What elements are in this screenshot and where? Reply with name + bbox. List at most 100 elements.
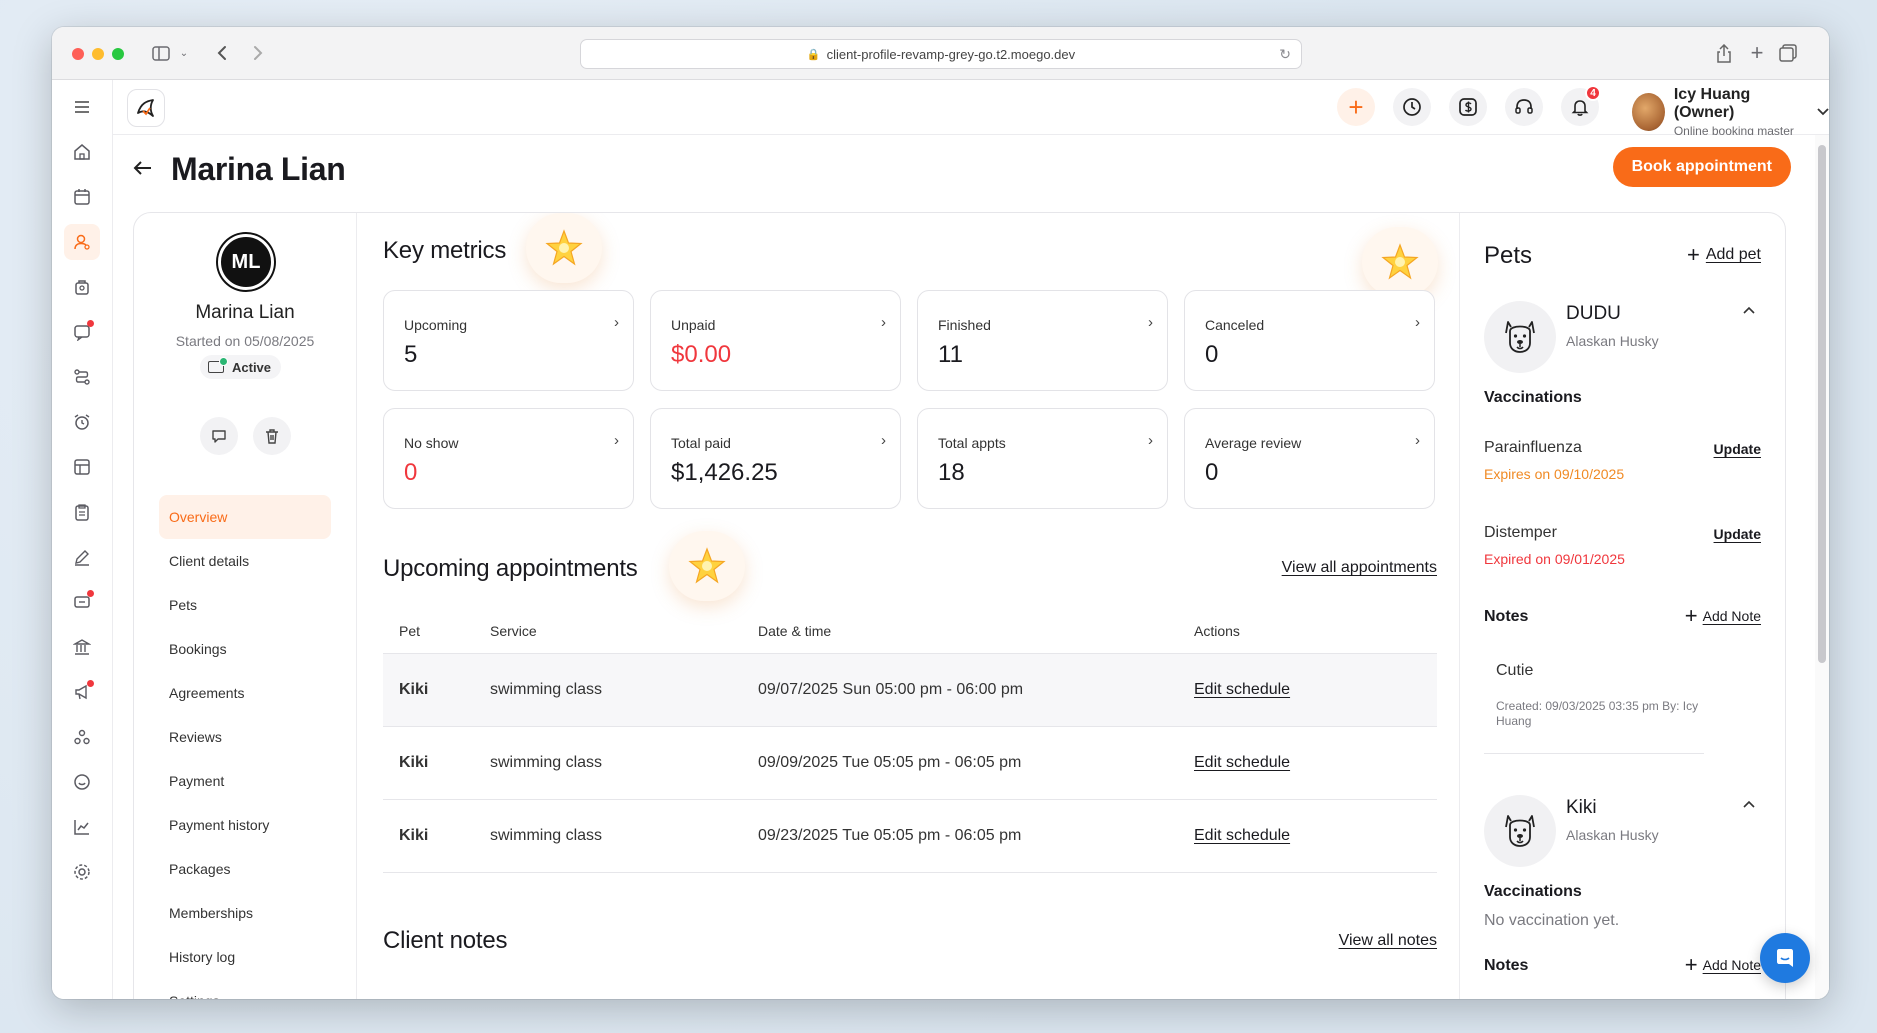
route-icon[interactable] xyxy=(64,359,100,395)
quick-add-button[interactable]: + xyxy=(1337,88,1375,126)
reviews-icon[interactable] xyxy=(64,764,100,800)
metric-card-unpaid[interactable]: Unpaid $0.00 › xyxy=(650,290,901,391)
table-row[interactable]: Kiki swimming class 09/23/2025 Tue 05:05… xyxy=(383,800,1437,873)
clipboard-icon[interactable] xyxy=(64,494,100,530)
page-scrollbar[interactable] xyxy=(1815,135,1829,999)
subnav-payment[interactable]: Payment xyxy=(159,759,331,803)
new-tab-icon[interactable]: + xyxy=(1747,40,1767,65)
edit-schedule-link[interactable]: Edit schedule xyxy=(1194,754,1290,771)
client-notes-title: Client notes xyxy=(383,927,508,954)
chevron-right-icon: › xyxy=(1415,432,1420,449)
back-arrow-icon[interactable] xyxy=(133,156,163,182)
add-note-button[interactable]: + Add Note xyxy=(1685,605,1761,627)
metric-card-average-review[interactable]: Average review 0 › xyxy=(1184,408,1435,509)
metric-label: No show xyxy=(404,435,459,451)
clock-icon[interactable] xyxy=(1393,88,1431,126)
book-appointment-button[interactable]: Book appointment xyxy=(1612,147,1791,187)
chevron-up-icon[interactable] xyxy=(1743,303,1755,317)
plus-icon: + xyxy=(1684,952,1698,977)
subnav-reviews[interactable]: Reviews xyxy=(159,715,331,759)
message-client-button[interactable] xyxy=(200,417,238,455)
metric-card-total-paid[interactable]: Total paid $1,426.25 › xyxy=(650,408,901,509)
view-all-appointments-link[interactable]: View all appointments xyxy=(1282,559,1437,577)
address-bar[interactable]: 🔒 client-profile-revamp-grey-go.t2.moego… xyxy=(580,39,1302,69)
settings-gear-icon[interactable] xyxy=(64,854,100,890)
metric-card-finished[interactable]: Finished 11 › xyxy=(917,290,1168,391)
chevron-right-icon: › xyxy=(1148,432,1153,449)
metric-card-canceled[interactable]: Canceled 0 › xyxy=(1184,290,1435,391)
client-start-date: Started on 05/08/2025 xyxy=(175,333,315,349)
messages-icon[interactable] xyxy=(64,314,100,350)
add-note-label: Add Note xyxy=(1702,957,1761,973)
support-headset-icon[interactable] xyxy=(1505,88,1543,126)
vaccinations-heading: Vaccinations xyxy=(1484,389,1582,406)
subnav-client-details[interactable]: Client details xyxy=(159,539,331,583)
menu-icon[interactable] xyxy=(64,89,100,125)
dollar-icon[interactable] xyxy=(1449,88,1487,126)
add-note-button[interactable]: + Add Note xyxy=(1684,952,1761,977)
column-header: Actions xyxy=(1194,622,1240,639)
close-window-button[interactable] xyxy=(72,48,84,60)
subnav-packages[interactable]: Packages xyxy=(159,847,331,891)
minimize-window-button[interactable] xyxy=(92,48,104,60)
reports-icon[interactable] xyxy=(64,809,100,845)
ticket-icon[interactable] xyxy=(64,584,100,620)
sparkle-star-icon xyxy=(669,531,745,601)
chevron-down-icon[interactable] xyxy=(1817,103,1829,121)
back-nav-icon[interactable] xyxy=(212,41,232,65)
chevron-down-icon[interactable]: ⌄ xyxy=(178,41,190,65)
storefront-icon[interactable] xyxy=(64,449,100,485)
subnav-agreements[interactable]: Agreements xyxy=(159,671,331,715)
update-vaccination-link[interactable]: Update xyxy=(1714,441,1761,457)
table-row[interactable]: Kiki swimming class 09/07/2025 Sun 05:00… xyxy=(383,654,1437,727)
tab-overview-icon[interactable] xyxy=(1778,41,1798,65)
megaphone-icon[interactable] xyxy=(64,674,100,710)
pen-icon[interactable] xyxy=(64,539,100,575)
sidebar-toggle-icon[interactable] xyxy=(148,41,174,65)
vaccination-name: Parainfluenza xyxy=(1484,439,1582,456)
add-pet-button[interactable]: + Add pet xyxy=(1687,244,1761,266)
clients-icon[interactable] xyxy=(64,224,100,260)
user-name: Icy Huang (Owner) xyxy=(1673,86,1751,121)
integrations-icon[interactable] xyxy=(64,719,100,755)
bell-icon[interactable]: 4 xyxy=(1561,85,1601,126)
metric-card-total-appts[interactable]: Total appts 18 › xyxy=(917,408,1168,509)
edit-schedule-link[interactable]: Edit schedule xyxy=(1194,681,1290,698)
alarm-icon[interactable] xyxy=(64,404,100,440)
home-icon[interactable] xyxy=(64,134,100,170)
table-row[interactable]: Kiki swimming class 09/09/2025 Tue 05:05… xyxy=(383,727,1437,800)
brand-logo[interactable] xyxy=(127,89,165,127)
subnav-pets[interactable]: Pets xyxy=(159,583,331,627)
main-content: Marina Lian Book appointment ML Marina L… xyxy=(113,135,1829,999)
metric-value: 0 xyxy=(1205,459,1219,486)
forward-nav-icon[interactable] xyxy=(248,41,268,65)
bank-icon[interactable] xyxy=(64,629,100,665)
pets-panel: Pets + Add pet DUDU Alaskan Husky Vaccin… xyxy=(1459,213,1785,999)
user-menu[interactable]: Icy Huang (Owner) Online booking master xyxy=(1632,86,1829,138)
subnav-history-log[interactable]: History log xyxy=(159,935,331,979)
edit-schedule-link[interactable]: Edit schedule xyxy=(1194,827,1290,844)
update-vaccination-link[interactable]: Update xyxy=(1714,526,1761,542)
chat-support-button[interactable] xyxy=(1760,933,1810,983)
pet-note-card[interactable]: Cutie Created: 09/03/2025 03:35 pm By: I… xyxy=(1484,640,1704,754)
subnav-settings[interactable]: Settings xyxy=(159,979,331,999)
metric-card-upcoming[interactable]: Upcoming 5 › xyxy=(383,290,634,391)
subnav-memberships[interactable]: Memberships xyxy=(159,891,331,935)
bag-icon[interactable] xyxy=(64,269,100,305)
dog-icon xyxy=(1484,301,1556,373)
client-profile-panel: ML Marina Lian Started on 05/08/2025 Act… xyxy=(133,212,1786,999)
scrollbar-thumb[interactable] xyxy=(1818,145,1826,663)
upcoming-appointments-title: Upcoming appointments xyxy=(383,555,638,582)
subnav-overview[interactable]: Overview xyxy=(159,495,331,539)
subnav-payment-history[interactable]: Payment history xyxy=(159,803,331,847)
view-all-notes-link[interactable]: View all notes xyxy=(1339,932,1437,950)
chevron-right-icon: › xyxy=(881,432,886,449)
reload-icon[interactable]: ↻ xyxy=(1279,46,1291,63)
delete-client-button[interactable] xyxy=(253,417,291,455)
subnav-bookings[interactable]: Bookings xyxy=(159,627,331,671)
metric-card-no-show[interactable]: No show 0 › xyxy=(383,408,634,509)
share-icon[interactable] xyxy=(1714,41,1734,65)
chevron-up-icon[interactable] xyxy=(1743,797,1755,811)
zoom-window-button[interactable] xyxy=(112,48,124,60)
calendar-icon[interactable] xyxy=(64,179,100,215)
